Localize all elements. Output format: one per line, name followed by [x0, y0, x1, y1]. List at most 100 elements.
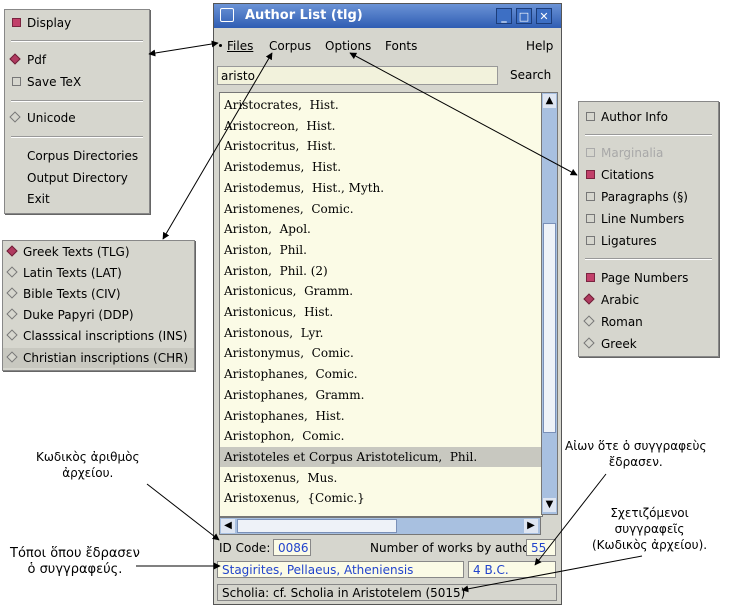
menu-item-ligatures[interactable]: Ligatures	[579, 231, 718, 251]
corpus-menu: Greek Texts (TLG) Latin Texts (LAT) Bibl…	[2, 240, 195, 371]
checkbox-icon	[586, 112, 595, 121]
radio-icon	[6, 351, 18, 363]
author-list-item[interactable]: Aristodemus, Hist., Myth.	[220, 178, 542, 198]
scroll-thumb-horizontal[interactable]	[237, 519, 397, 533]
menu-help[interactable]: Help	[526, 37, 553, 55]
menu-item-paragraphs[interactable]: Paragraphs (§)	[579, 187, 718, 207]
radio-icon	[6, 266, 18, 278]
scroll-down-icon[interactable]: ▼	[543, 498, 556, 512]
radio-icon	[9, 111, 21, 123]
annotation-file-code: Κωδικὸς ἀριθμὸς ἀρχείου.	[36, 450, 140, 480]
menu-item-christian-inscriptions[interactable]: Christian inscriptions (CHR)	[3, 348, 194, 368]
author-list-item[interactable]: Ariston, Apol.	[220, 219, 542, 239]
works-count-label: Number of works by author:	[370, 541, 539, 555]
author-list-item[interactable]: Aristonicus, Gramm.	[220, 281, 542, 301]
maximize-icon[interactable]: □	[516, 8, 532, 24]
title-bar[interactable]: Author List (tlg) _ □ ✕	[214, 4, 561, 28]
menu-item-save-tex[interactable]: Save TeX	[5, 72, 149, 92]
checkbox-icon	[12, 77, 21, 86]
scroll-right-icon[interactable]: ▶	[524, 519, 538, 533]
horizontal-scrollbar[interactable]: ◀ ▶	[219, 517, 541, 535]
scholia-field: Scholia: cf. Scholia in Aristotelem (501…	[217, 584, 557, 601]
author-list-item[interactable]: Aristophanes, Hist.	[220, 406, 542, 426]
annotation-century: Αἰων ὅτε ὁ συγγραφεὺς ἔδρασεν.	[565, 439, 707, 469]
author-list-item[interactable]: Aristocrates, Hist.	[220, 95, 542, 115]
menu-item-corpus-directories[interactable]: Corpus Directories	[5, 146, 149, 166]
menu-files[interactable]: Files	[227, 37, 253, 55]
menu-item-duke-papyri[interactable]: Duke Papyri (DDP)	[3, 305, 194, 325]
menu-item-greek[interactable]: Greek	[579, 334, 718, 354]
search-button[interactable]: Search	[510, 68, 551, 82]
files-arrow-dot	[219, 44, 222, 47]
author-list-item[interactable]: Aristoxenus, {Comic.}	[220, 488, 542, 508]
radio-icon	[583, 337, 595, 349]
author-list-item[interactable]: Aristomenes, Comic.	[220, 199, 542, 219]
checkbox-icon	[586, 273, 595, 282]
author-list-item[interactable]: Aristocritus, Hist.	[220, 136, 542, 156]
author-list-item[interactable]: Aristonicus, Hist.	[220, 302, 542, 322]
menu-item-bible-texts[interactable]: Bible Texts (CIV)	[3, 284, 194, 304]
author-list[interactable]: Aristocrates, Hist. Aristocreon, Hist. Ari…	[219, 92, 543, 517]
menu-item-unicode[interactable]: Unicode	[5, 108, 149, 128]
menu-item-latin-texts[interactable]: Latin Texts (LAT)	[3, 263, 194, 283]
minimize-icon[interactable]: _	[496, 8, 512, 24]
options-menu: Author Info Marginalia Citations Paragra…	[578, 101, 719, 357]
scroll-up-icon[interactable]: ▲	[543, 94, 556, 108]
author-list-item[interactable]: Aristophon, Comic.	[220, 426, 542, 446]
works-count-field: 55	[526, 539, 556, 556]
arrow-files-menu	[148, 40, 219, 57]
menu-item-citations[interactable]: Citations	[579, 165, 718, 185]
menu-item-line-numbers[interactable]: Line Numbers	[579, 209, 718, 229]
window-title: Author List (tlg)	[245, 8, 363, 23]
menu-separator	[11, 40, 143, 42]
author-list-item[interactable]: Aristophanes, Comic.	[220, 364, 542, 384]
author-list-item[interactable]: Aristoxenus, Mus.	[220, 468, 542, 488]
author-list-item[interactable]: Aristophanes, Gramm.	[220, 385, 542, 405]
menu-item-marginalia: Marginalia	[579, 143, 718, 163]
radio-icon	[6, 287, 18, 299]
checkbox-icon	[586, 236, 595, 245]
menu-item-author-info[interactable]: Author Info	[579, 107, 718, 127]
author-list-item[interactable]: Aristonous, Lyr.	[220, 323, 542, 343]
menu-options[interactable]: Options	[325, 37, 371, 55]
menu-separator	[11, 136, 143, 138]
author-list-item[interactable]: Ariston, Phil.	[220, 240, 542, 260]
scroll-thumb[interactable]	[543, 223, 556, 433]
files-menu: Display Pdf Save TeX Unicode Corpus Dire…	[4, 9, 150, 214]
author-list-item[interactable]: Ariston, Phil. (2)	[220, 261, 542, 281]
id-code-label: ID Code:	[219, 541, 271, 555]
radio-icon	[6, 245, 18, 257]
checkbox-icon	[586, 148, 595, 157]
menu-fonts[interactable]: Fonts	[385, 37, 417, 55]
menu-item-classical-inscriptions[interactable]: Classsical inscriptions (INS)	[3, 326, 194, 346]
menu-item-pdf[interactable]: Pdf	[5, 50, 149, 70]
close-icon[interactable]: ✕	[536, 8, 552, 24]
annotation-related: Σχετιζόμενοι συγγραφεῖς (Κωδικὸς ἀρχείου…	[592, 506, 708, 552]
radio-icon	[583, 293, 595, 305]
menu-item-page-numbers[interactable]: Page Numbers	[579, 268, 718, 288]
menu-item-arabic[interactable]: Arabic	[579, 290, 718, 310]
vertical-scrollbar[interactable]: ▲ ▼	[541, 92, 558, 515]
date-field: 4 B.C.	[468, 561, 556, 578]
menu-item-roman[interactable]: Roman	[579, 312, 718, 332]
scroll-left-icon[interactable]: ◀	[221, 519, 235, 533]
app-icon	[220, 8, 234, 22]
menu-item-exit[interactable]: Exit	[5, 189, 149, 209]
id-code-field: 0086	[273, 539, 311, 556]
author-list-item[interactable]: Aristocreon, Hist.	[220, 116, 542, 136]
author-list-item[interactable]: Aristonymus, Comic.	[220, 343, 542, 363]
menu-separator	[585, 258, 712, 260]
location-field: Stagirites, Pellaeus, Atheniensis	[217, 561, 464, 578]
radio-icon	[6, 329, 18, 341]
menu-corpus[interactable]: Corpus	[269, 37, 311, 55]
menu-item-output-directory[interactable]: Output Directory	[5, 168, 149, 188]
checkbox-icon	[586, 192, 595, 201]
author-list-item[interactable]: Aristodemus, Hist.	[220, 157, 542, 177]
menu-item-greek-texts[interactable]: Greek Texts (TLG)	[3, 242, 194, 262]
author-list-window: Author List (tlg) _ □ ✕ Files Corpus Opt…	[213, 3, 562, 605]
search-input[interactable]	[217, 66, 498, 85]
menu-separator	[11, 100, 143, 102]
arrow-file-code	[146, 483, 220, 541]
menu-item-display[interactable]: Display	[5, 13, 149, 33]
author-list-item[interactable]: Aristoteles et Corpus Aristotelicum, Phi…	[220, 446, 542, 467]
